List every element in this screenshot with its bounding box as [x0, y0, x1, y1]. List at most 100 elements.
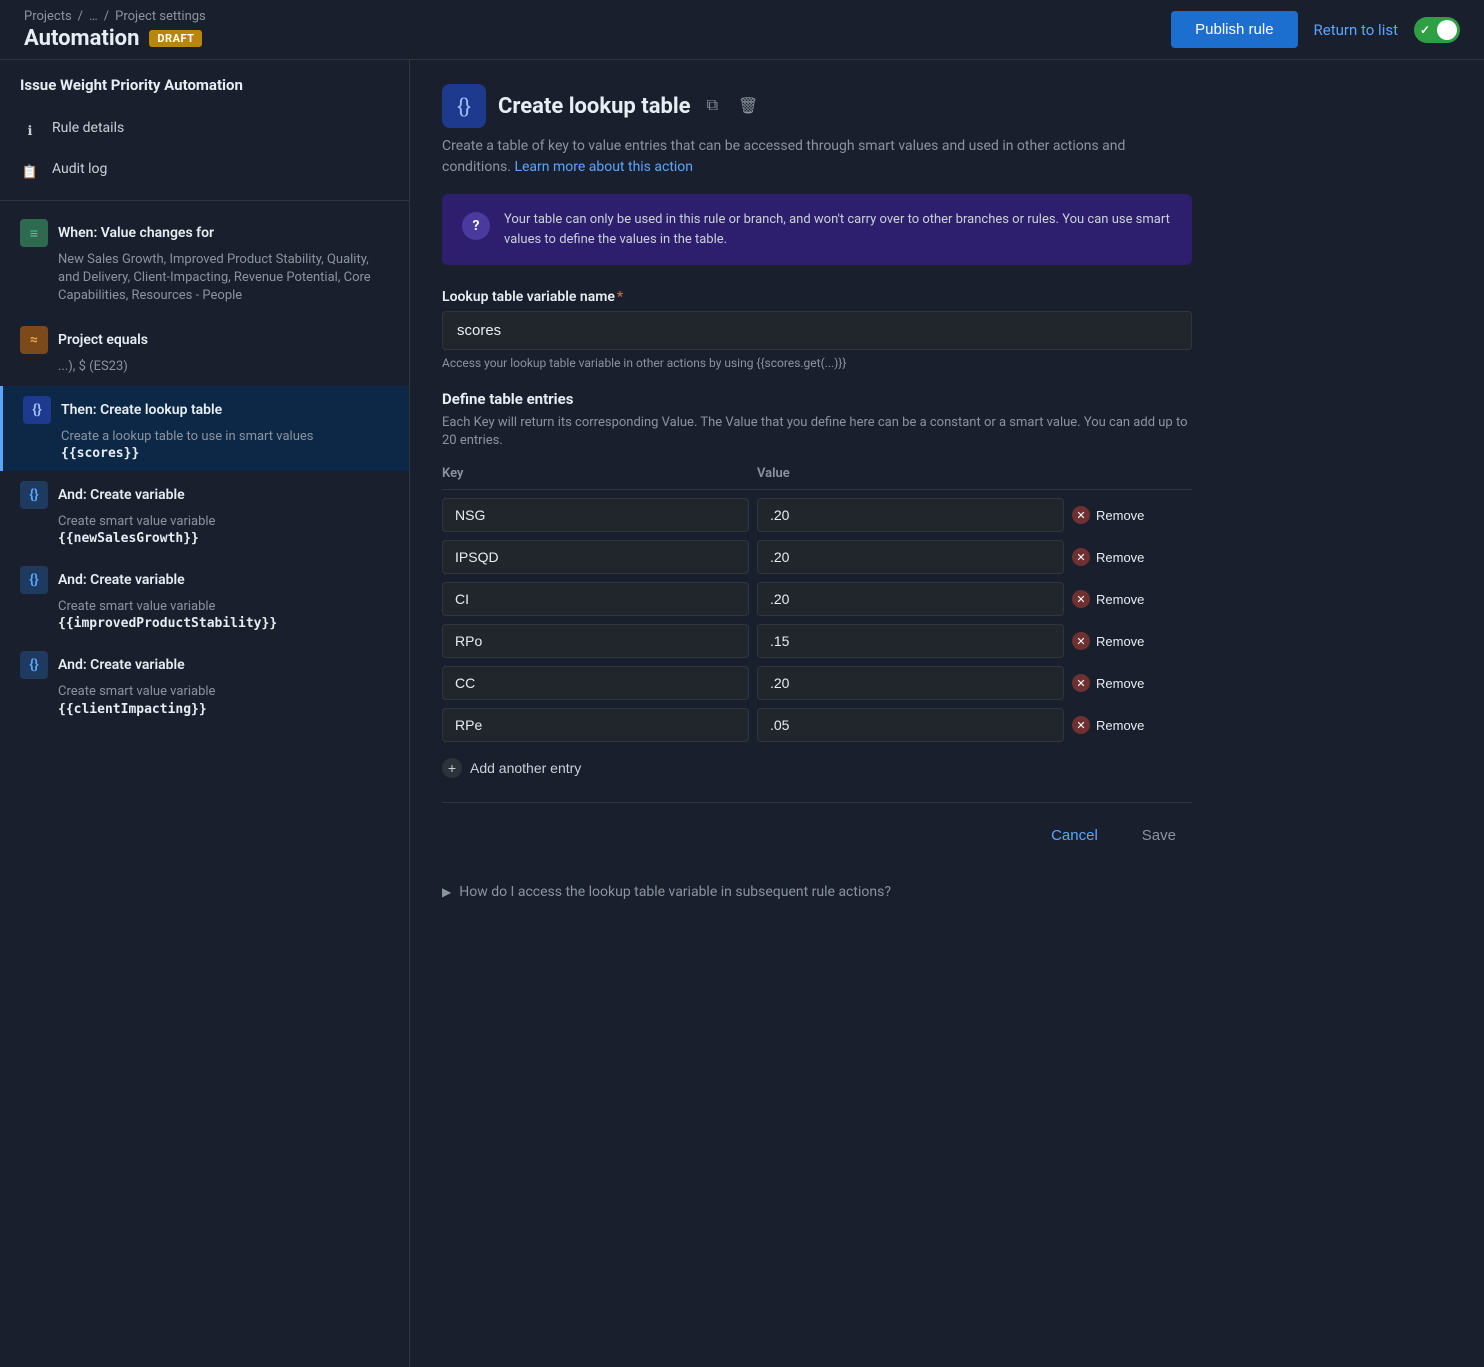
remove-label-2: Remove [1096, 592, 1144, 607]
breadcrumb-projects[interactable]: Projects [24, 9, 72, 24]
when-icon: ≡ [20, 219, 48, 247]
form-divider [442, 802, 1192, 803]
value-input-0[interactable] [757, 498, 1064, 532]
sidebar-divider [0, 200, 409, 201]
breadcrumb: Projects / … / Project settings [24, 9, 206, 24]
workflow-item-create-var-1[interactable]: {} And: Create variable Create smart val… [0, 471, 409, 556]
rule-details-label: Rule details [52, 120, 124, 136]
main-layout: Issue Weight Priority Automation ℹ Rule … [0, 60, 1484, 1367]
chevron-right-icon: ▶ [442, 885, 451, 899]
key-input-4[interactable] [442, 666, 749, 700]
remove-button-0[interactable]: ✕ Remove [1072, 506, 1192, 524]
info-box: ? Your table can only be used in this ru… [442, 194, 1192, 265]
remove-button-3[interactable]: ✕ Remove [1072, 632, 1192, 650]
table-row: ✕ Remove [442, 666, 1192, 700]
sidebar: Issue Weight Priority Automation ℹ Rule … [0, 60, 410, 1367]
workflow-item-create-var-1-header: {} And: Create variable [20, 481, 389, 509]
remove-label-5: Remove [1096, 718, 1144, 733]
create-var-1-title: And: Create variable [58, 487, 185, 503]
remove-button-1[interactable]: ✕ Remove [1072, 548, 1192, 566]
workflow-item-create-var-3[interactable]: {} And: Create variable Create smart val… [0, 641, 409, 726]
workflow-item-project[interactable]: ≈ Project equals ...), $ (ES23) [0, 316, 409, 386]
key-input-0[interactable] [442, 498, 749, 532]
create-var-2-desc: Create smart value variable [58, 598, 389, 616]
toggle-check-icon: ✓ [1420, 23, 1430, 37]
table-section-title: Define table entries [442, 390, 1452, 408]
rule-title: Issue Weight Priority Automation [0, 76, 409, 110]
create-lookup-desc: Create a lookup table to use in smart va… [61, 428, 389, 446]
content-title: Create lookup table [498, 94, 691, 119]
value-input-5[interactable] [757, 708, 1064, 742]
col-key-header: Key [442, 466, 749, 481]
remove-icon-5: ✕ [1072, 716, 1090, 734]
workflow-item-create-var-3-header: {} And: Create variable [20, 651, 389, 679]
key-input-3[interactable] [442, 624, 749, 658]
create-var-3-code: {{clientImpacting}} [58, 702, 389, 717]
add-entry-label: Add another entry [470, 760, 581, 776]
sidebar-item-audit-log[interactable]: 📋 Audit log [0, 151, 409, 192]
when-body: New Sales Growth, Improved Product Stabi… [20, 251, 389, 306]
learn-more-link[interactable]: Learn more about this action [514, 159, 693, 175]
value-input-4[interactable] [757, 666, 1064, 700]
table-header-row: Key Value [442, 466, 1192, 490]
key-input-5[interactable] [442, 708, 749, 742]
sidebar-item-rule-details[interactable]: ℹ Rule details [0, 110, 409, 151]
table-section-desc: Each Key will return its corresponding V… [442, 414, 1192, 450]
table-row: ✕ Remove [442, 708, 1192, 742]
create-lookup-title: Then: Create lookup table [61, 402, 222, 418]
add-entry-icon: + [442, 758, 462, 778]
faq-expandable[interactable]: ▶ How do I access the lookup table varia… [442, 876, 1192, 908]
action-row: Cancel Save [442, 819, 1192, 852]
table-row: ✕ Remove [442, 624, 1192, 658]
top-bar-left: Projects / … / Project settings Automati… [24, 9, 206, 51]
save-button[interactable]: Save [1126, 819, 1192, 852]
workflow-item-create-var-2[interactable]: {} And: Create variable Create smart val… [0, 556, 409, 641]
key-input-1[interactable] [442, 540, 749, 574]
create-var-3-title: And: Create variable [58, 657, 185, 673]
audit-log-icon: 📋 [20, 162, 40, 182]
cancel-button[interactable]: Cancel [1035, 819, 1114, 852]
toggle-switch[interactable]: ✓ [1414, 17, 1460, 43]
create-lookup-body: Create a lookup table to use in smart va… [23, 428, 389, 461]
value-input-3[interactable] [757, 624, 1064, 658]
value-input-2[interactable] [757, 582, 1064, 616]
copy-button[interactable]: ⧉ [703, 93, 722, 119]
remove-button-2[interactable]: ✕ Remove [1072, 590, 1192, 608]
workflow-item-when[interactable]: ≡ When: Value changes for New Sales Grow… [0, 209, 409, 316]
project-body: ...), $ (ES23) [20, 358, 389, 376]
rule-details-icon: ℹ [20, 121, 40, 141]
variable-name-label: Lookup table variable name* [442, 289, 1452, 305]
delete-button[interactable]: 🗑 [734, 92, 762, 120]
remove-label-3: Remove [1096, 634, 1144, 649]
remove-button-4[interactable]: ✕ Remove [1072, 674, 1192, 692]
remove-icon-3: ✕ [1072, 632, 1090, 650]
return-to-list-link[interactable]: Return to list [1314, 21, 1398, 39]
variable-name-input[interactable] [442, 311, 1192, 350]
workflow-item-create-var-2-header: {} And: Create variable [20, 566, 389, 594]
table-row: ✕ Remove [442, 582, 1192, 616]
remove-button-5[interactable]: ✕ Remove [1072, 716, 1192, 734]
breadcrumb-settings: Project settings [115, 9, 206, 24]
create-var-2-code: {{improvedProductStability}} [58, 616, 389, 631]
remove-label-4: Remove [1096, 676, 1144, 691]
when-desc: New Sales Growth, Improved Product Stabi… [58, 251, 389, 306]
create-var-1-icon: {} [20, 481, 48, 509]
project-desc: ...), $ (ES23) [58, 358, 389, 376]
breadcrumb-area: Projects / … / Project settings Automati… [24, 9, 206, 51]
table-row: ✕ Remove [442, 498, 1192, 532]
create-var-1-code: {{newSalesGrowth}} [58, 531, 389, 546]
audit-log-label: Audit log [52, 161, 107, 177]
add-entry-button[interactable]: + Add another entry [442, 750, 581, 786]
create-var-2-body: Create smart value variable {{improvedPr… [20, 598, 389, 631]
create-lookup-code: {{scores}} [61, 446, 389, 461]
key-input-2[interactable] [442, 582, 749, 616]
page-title-row: Automation DRAFT [24, 26, 206, 51]
info-text: Your table can only be used in this rule… [504, 210, 1172, 249]
top-bar-right: Publish rule Return to list ✓ [1171, 11, 1460, 48]
publish-button[interactable]: Publish rule [1171, 11, 1297, 48]
workflow-item-create-lookup[interactable]: {} Then: Create lookup table Create a lo… [0, 386, 409, 471]
value-input-1[interactable] [757, 540, 1064, 574]
create-var-3-icon: {} [20, 651, 48, 679]
breadcrumb-sep2: / [104, 9, 109, 24]
remove-icon-2: ✕ [1072, 590, 1090, 608]
